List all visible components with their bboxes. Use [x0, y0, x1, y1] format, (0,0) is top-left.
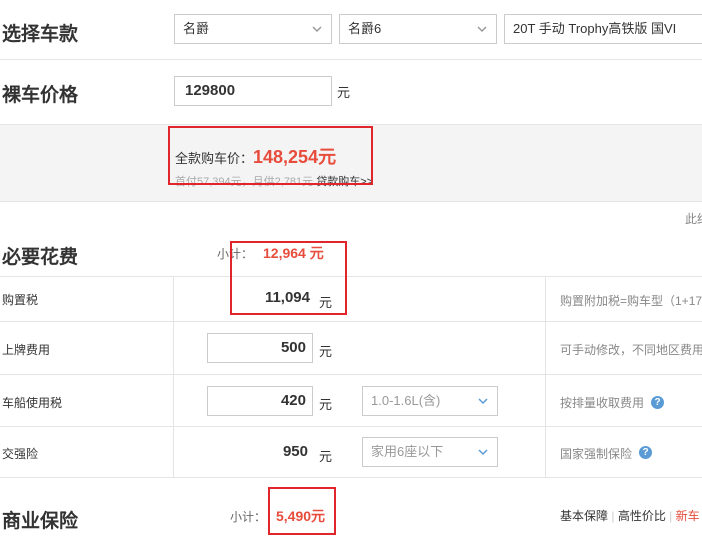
insurance-option-new-car[interactable]: 新车 [676, 509, 700, 523]
required-title: 必要花费 [2, 247, 79, 268]
vehicle-tax-unit: 元 [319, 397, 333, 412]
compulsory-insurance-value: 950 [282, 443, 308, 460]
highlight-box-required [230, 241, 347, 315]
bare-price-title: 裸车价格 [2, 85, 79, 106]
insurance-subtotal-label: 小计： [230, 510, 267, 524]
purchase-tax-note: 购置附加税=购车型（1+17 [560, 294, 702, 308]
side-note: 此结 [685, 212, 702, 226]
model-select[interactable]: 20T 手动 Trophy高铁版 国VI [504, 14, 702, 44]
bare-price-input[interactable]: 129800 [174, 76, 332, 106]
insurance-option-value[interactable]: 高性价比 [618, 509, 666, 523]
registration-fee-label: 上牌费用 [2, 343, 51, 357]
model-select-value: 20T 手动 Trophy高铁版 国VI [513, 21, 677, 36]
engine-size-select[interactable]: 1.0-1.6L(含) [362, 386, 498, 416]
seat-type-select[interactable]: 家用6座以下 [362, 437, 498, 467]
compulsory-insurance-note: 国家强制保险 [560, 447, 633, 461]
select-car-title: 选择车款 [2, 24, 79, 45]
vehicle-tax-label: 车船使用税 [2, 396, 63, 410]
chevron-down-icon [312, 26, 322, 33]
insurance-title: 商业保险 [2, 511, 79, 532]
series-select-value: 名爵6 [348, 21, 382, 36]
registration-fee-unit: 元 [319, 344, 333, 359]
series-select[interactable]: 名爵6 [339, 14, 497, 44]
seat-type-select-value: 家用6座以下 [371, 444, 444, 459]
compulsory-insurance-label: 交强险 [2, 447, 39, 461]
bare-price-unit: 元 [337, 85, 351, 100]
help-icon[interactable]: ? [639, 446, 652, 459]
highlight-box-insurance [268, 487, 336, 535]
registration-fee-input[interactable]: 500 [207, 333, 313, 363]
registration-fee-note: 可手动修改，不同地区费用 [560, 343, 702, 357]
brand-select-value: 名爵 [183, 21, 210, 36]
compulsory-insurance-unit: 元 [319, 449, 333, 464]
chevron-down-icon [478, 398, 488, 405]
insurance-options: 基本保障 | 高性价比 | 新车 [560, 509, 700, 523]
help-icon[interactable]: ? [651, 396, 664, 409]
chevron-down-icon [477, 26, 487, 33]
insurance-option-basic[interactable]: 基本保障 [560, 509, 608, 523]
purchase-tax-label: 购置税 [2, 293, 39, 307]
brand-select[interactable]: 名爵 [174, 14, 332, 44]
highlight-box-total [168, 126, 373, 185]
vehicle-tax-note: 按排量收取费用 [560, 396, 645, 410]
chevron-down-icon [478, 449, 488, 456]
engine-size-select-value: 1.0-1.6L(含) [371, 393, 441, 408]
vehicle-tax-input[interactable]: 420 [207, 386, 313, 416]
